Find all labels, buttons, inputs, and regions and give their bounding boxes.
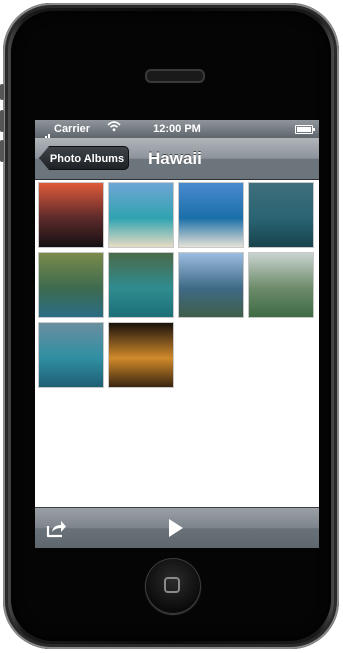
share-icon[interactable] — [45, 517, 67, 539]
home-button[interactable] — [145, 558, 201, 614]
battery-icon — [295, 125, 315, 134]
home-square-icon — [164, 577, 180, 593]
photo-thumbnail-golden-sunset[interactable] — [108, 322, 174, 388]
back-button-photo-albums[interactable]: Photo Albums — [39, 146, 129, 170]
earpiece-speaker — [145, 69, 205, 83]
screen: Carrier 12:00 PM Photo Albums Hawaii — [35, 120, 319, 548]
photo-thumbnail-aerial-coast[interactable] — [248, 182, 314, 248]
photo-thumbnail-beach-turquoise[interactable] — [108, 182, 174, 248]
photo-thumbnail-cloudy-coast[interactable] — [178, 252, 244, 318]
status-time: 12:00 PM — [153, 123, 201, 135]
play-icon[interactable] — [168, 518, 184, 538]
volume-down-button — [0, 140, 4, 162]
bottom-toolbar — [35, 507, 319, 548]
photo-thumbnail-green-mountains[interactable] — [38, 252, 104, 318]
mute-switch — [0, 84, 4, 100]
page-title: Hawaii — [148, 149, 202, 168]
navigation-bar: Photo Albums Hawaii — [35, 138, 319, 180]
photo-thumbnail-aerial-reef[interactable] — [108, 252, 174, 318]
photo-thumbnail-valley-aerial[interactable] — [248, 252, 314, 318]
photo-thumbnail-coastline-waves[interactable] — [38, 322, 104, 388]
photo-thumbnail-ocean-horizon[interactable] — [178, 182, 244, 248]
photo-thumbnail-sunset-clouds[interactable] — [38, 182, 104, 248]
volume-up-button — [0, 110, 4, 132]
status-bar: Carrier 12:00 PM — [35, 120, 319, 143]
